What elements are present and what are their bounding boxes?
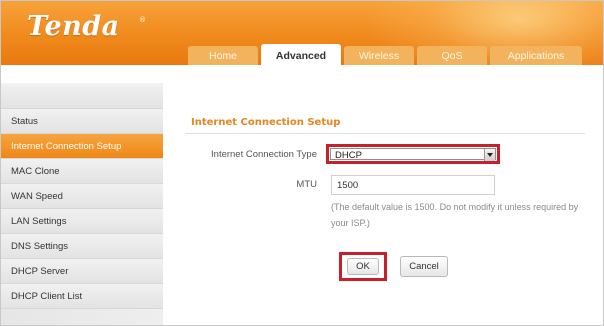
tenda-logo: Tenda (27, 11, 120, 42)
title-divider (185, 133, 585, 134)
page-title: Internet Connection Setup (191, 117, 341, 128)
sidebar-item-dns-settings[interactable]: DNS Settings (1, 234, 163, 259)
tab-advanced[interactable]: Advanced (261, 44, 341, 65)
sidebar-header (1, 83, 163, 109)
cancel-button[interactable]: Cancel (400, 256, 448, 277)
router-admin-window: Tenda ® Home Advanced Wireless QoS Appli… (0, 0, 604, 326)
sidebar-item-dhcp-client-list[interactable]: DHCP Client List (1, 284, 163, 309)
sidebar-item-mac-clone[interactable]: MAC Clone (1, 159, 163, 184)
main-tabs: Home Advanced Wireless QoS Applications (188, 44, 582, 65)
main-content: Internet Connection Setup Internet Conne… (171, 83, 603, 325)
ok-button-highlight: OK (339, 252, 387, 281)
sidebar-item-status[interactable]: Status (1, 109, 163, 134)
mtu-input[interactable] (331, 175, 495, 195)
registered-mark: ® (139, 16, 146, 24)
connection-type-select[interactable]: DHCP (326, 144, 500, 164)
tab-wireless[interactable]: Wireless (344, 46, 414, 65)
mtu-hint-text: (The default value is 1500. Do not modif… (331, 202, 579, 228)
sidebar-item-wan-speed[interactable]: WAN Speed (1, 184, 163, 209)
ok-button[interactable]: OK (347, 258, 379, 275)
sidebar-item-dhcp-server[interactable]: DHCP Server (1, 259, 163, 284)
sidebar: Status Internet Connection Setup MAC Clo… (1, 83, 163, 325)
chevron-down-icon[interactable] (484, 149, 495, 161)
header-bar: Tenda ® Home Advanced Wireless QoS Appli… (1, 1, 603, 65)
connection-type-label: Internet Connection Type (211, 149, 317, 160)
header-divider (1, 65, 603, 68)
sidebar-item-internet-connection-setup[interactable]: Internet Connection Setup (1, 134, 163, 159)
connection-type-select-box: DHCP (330, 148, 496, 161)
mtu-label: MTU (296, 179, 317, 190)
tab-qos[interactable]: QoS (417, 46, 487, 65)
tab-home[interactable]: Home (188, 46, 258, 65)
sidebar-item-lan-settings[interactable]: LAN Settings (1, 209, 163, 234)
connection-type-value: DHCP (335, 150, 362, 161)
tab-applications[interactable]: Applications (490, 46, 582, 65)
